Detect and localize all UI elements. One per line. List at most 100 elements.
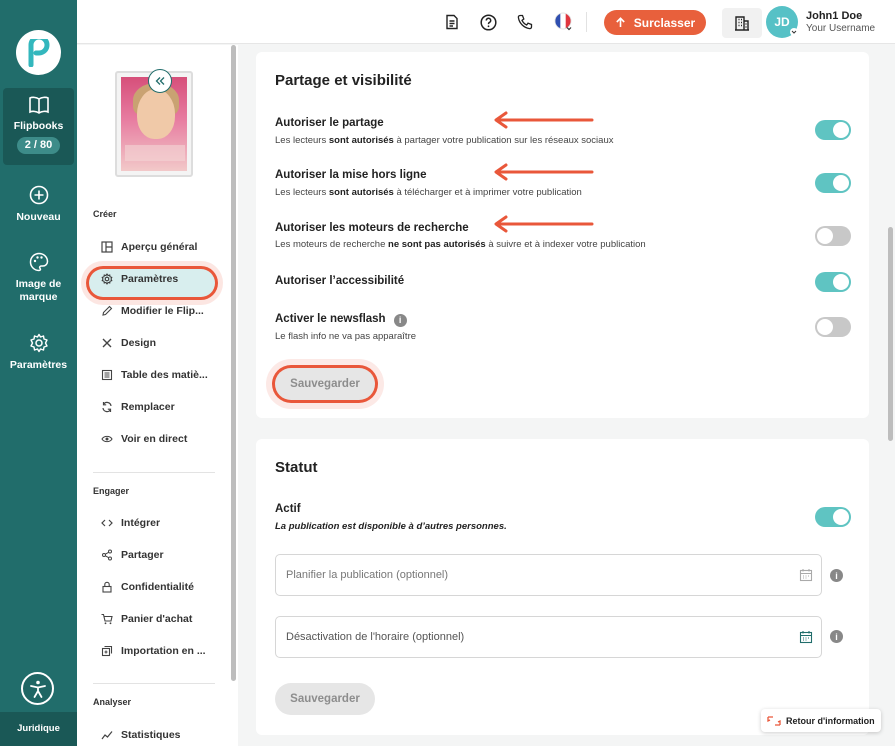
list-icon bbox=[101, 369, 113, 381]
sidebar-item-label: Voir en direct bbox=[121, 433, 188, 445]
tools-icon bbox=[101, 337, 113, 349]
calendar-icon[interactable] bbox=[799, 568, 813, 582]
annotation-arrow-icon bbox=[494, 215, 594, 233]
sidebar-item-statistics[interactable]: Statistiques bbox=[101, 725, 181, 745]
sidebar-item-toc[interactable]: Table des matiè... bbox=[101, 365, 208, 385]
allow-search-engines-desc: Les moteurs de recherche ne sont pas aut… bbox=[275, 239, 646, 250]
nav-new[interactable]: Nouveau bbox=[0, 185, 77, 224]
building-icon bbox=[735, 16, 749, 31]
organization-button[interactable] bbox=[722, 8, 762, 38]
newsflash-toggle[interactable] bbox=[815, 317, 851, 337]
allow-accessibility-label: Autoriser l’accessibilité bbox=[275, 275, 405, 287]
allow-accessibility-toggle[interactable] bbox=[815, 272, 851, 292]
sidebar-item-label: Panier d'achat bbox=[121, 613, 193, 625]
nav-brand[interactable]: Image de marque bbox=[0, 252, 77, 304]
sidebar-item-replace[interactable]: Remplacer bbox=[101, 397, 175, 417]
help-icon[interactable] bbox=[478, 12, 498, 32]
annotation-arrow-icon bbox=[494, 111, 594, 129]
feedback-icon bbox=[767, 715, 781, 726]
cart-icon bbox=[101, 613, 113, 625]
accessibility-button[interactable] bbox=[21, 672, 54, 705]
double-chevron-left-icon bbox=[155, 77, 165, 85]
section-label-engage: Engager bbox=[93, 486, 130, 496]
refresh-icon bbox=[101, 401, 113, 413]
save-status-button[interactable]: Sauvegarder bbox=[275, 683, 375, 715]
active-toggle[interactable] bbox=[815, 507, 851, 527]
save-sharing-button[interactable]: Sauvegarder bbox=[275, 368, 375, 400]
info-icon[interactable]: i bbox=[830, 630, 843, 643]
nav-flipbooks[interactable]: Flipbooks 2 / 80 bbox=[3, 88, 74, 165]
document-icon[interactable] bbox=[442, 12, 462, 32]
allow-offline-label: Autoriser la mise hors ligne bbox=[275, 169, 427, 181]
user-subtitle: Your Username bbox=[806, 23, 876, 34]
chevron-down-icon[interactable] bbox=[789, 28, 799, 36]
sharing-title: Partage et visibilité bbox=[275, 72, 412, 89]
feedback-button[interactable]: Retour d'information bbox=[761, 709, 881, 732]
gear-icon bbox=[101, 273, 113, 285]
top-bar: Surclasser JD John1 Doe Your Username bbox=[77, 0, 895, 44]
sidebar-item-edit[interactable]: Modifier le Flip... bbox=[101, 301, 204, 321]
schedule-placeholder: Planifier la publication (optionnel) bbox=[286, 569, 449, 581]
newsflash-label-row: Activer le newsflash i bbox=[275, 313, 407, 327]
code-icon bbox=[101, 517, 113, 529]
layout-icon bbox=[101, 241, 113, 253]
sidebar-item-label: Statistiques bbox=[121, 729, 181, 741]
gear-icon bbox=[29, 333, 48, 353]
nav-new-label: Nouveau bbox=[16, 211, 61, 223]
nav-flipbooks-label: Flipbooks bbox=[13, 120, 64, 132]
sidebar-scrollbar[interactable] bbox=[231, 45, 236, 681]
allow-sharing-toggle[interactable] bbox=[815, 120, 851, 140]
sidebar-item-embed[interactable]: Intégrer bbox=[101, 513, 160, 533]
legal-link[interactable]: Juridique bbox=[0, 712, 77, 746]
upgrade-label: Surclasser bbox=[633, 15, 696, 30]
sidebar-item-design[interactable]: Design bbox=[101, 333, 156, 353]
nav-brand-label: Image de marque bbox=[15, 278, 62, 303]
sidebar-item-import[interactable]: Importation en ... bbox=[101, 641, 206, 661]
allow-offline-toggle[interactable] bbox=[815, 173, 851, 193]
active-label: Actif bbox=[275, 503, 301, 515]
sidebar-item-privacy[interactable]: Confidentialité bbox=[101, 577, 194, 597]
import-icon bbox=[101, 645, 113, 657]
accessibility-icon bbox=[29, 680, 46, 698]
palette-icon bbox=[29, 252, 48, 272]
upgrade-button[interactable]: Surclasser bbox=[604, 10, 706, 35]
phone-icon[interactable] bbox=[515, 12, 535, 32]
user-name[interactable]: John1 Doe bbox=[806, 10, 862, 22]
logo-p-icon bbox=[28, 38, 49, 67]
sidebar-item-label: Partager bbox=[121, 549, 164, 561]
sidebar-item-cart[interactable]: Panier d'achat bbox=[101, 609, 192, 629]
allow-offline-desc: Les lecteurs sont autorisés à télécharge… bbox=[275, 187, 582, 198]
allow-sharing-label: Autoriser le partage bbox=[275, 117, 384, 129]
sidebar-item-share[interactable]: Partager bbox=[101, 545, 164, 565]
divider bbox=[93, 683, 215, 684]
sidebar-item-label: Intégrer bbox=[121, 517, 161, 529]
active-desc: La publication est disponible à d’autres… bbox=[275, 521, 507, 532]
info-icon[interactable]: i bbox=[830, 569, 843, 582]
sidebar-item-overview[interactable]: Aperçu général bbox=[101, 237, 197, 257]
sidebar-item-label: Design bbox=[121, 337, 157, 349]
newsflash-desc: Le flash info ne va pas apparaître bbox=[275, 331, 417, 342]
deactivate-schedule-field[interactable]: Désactivation de l'horaire (optionnel) bbox=[275, 616, 822, 658]
flipbook-count-badge: 2 / 80 bbox=[16, 137, 61, 154]
language-flag-icon[interactable] bbox=[554, 12, 574, 32]
eye-icon bbox=[101, 433, 113, 445]
sidebar-item-settings[interactable]: Paramètres bbox=[101, 269, 178, 289]
newsflash-label: Activer le newsflash bbox=[275, 313, 386, 325]
status-title: Statut bbox=[275, 459, 318, 476]
section-label-create: Créer bbox=[93, 209, 117, 219]
sidebar-item-live[interactable]: Voir en direct bbox=[101, 429, 187, 449]
share-icon bbox=[101, 549, 113, 561]
sidebar-item-label: Importation en ... bbox=[121, 645, 206, 657]
collapse-sidebar-button[interactable] bbox=[148, 69, 172, 93]
sidebar-item-label: Modifier le Flip... bbox=[121, 305, 204, 317]
app-logo[interactable] bbox=[16, 30, 61, 75]
sidebar-item-label: Confidentialité bbox=[121, 581, 194, 593]
allow-search-engines-toggle[interactable] bbox=[815, 226, 851, 246]
main-scrollbar[interactable] bbox=[888, 227, 893, 441]
calendar-icon[interactable] bbox=[799, 630, 813, 644]
nav-settings[interactable]: Paramètres bbox=[0, 333, 77, 372]
schedule-publication-field[interactable]: Planifier la publication (optionnel) bbox=[275, 554, 822, 596]
status-card: Statut Actif La publication est disponib… bbox=[256, 439, 869, 735]
info-icon[interactable]: i bbox=[393, 313, 407, 327]
allow-sharing-desc: Les lecteurs sont autorisés à partager v… bbox=[275, 135, 614, 146]
